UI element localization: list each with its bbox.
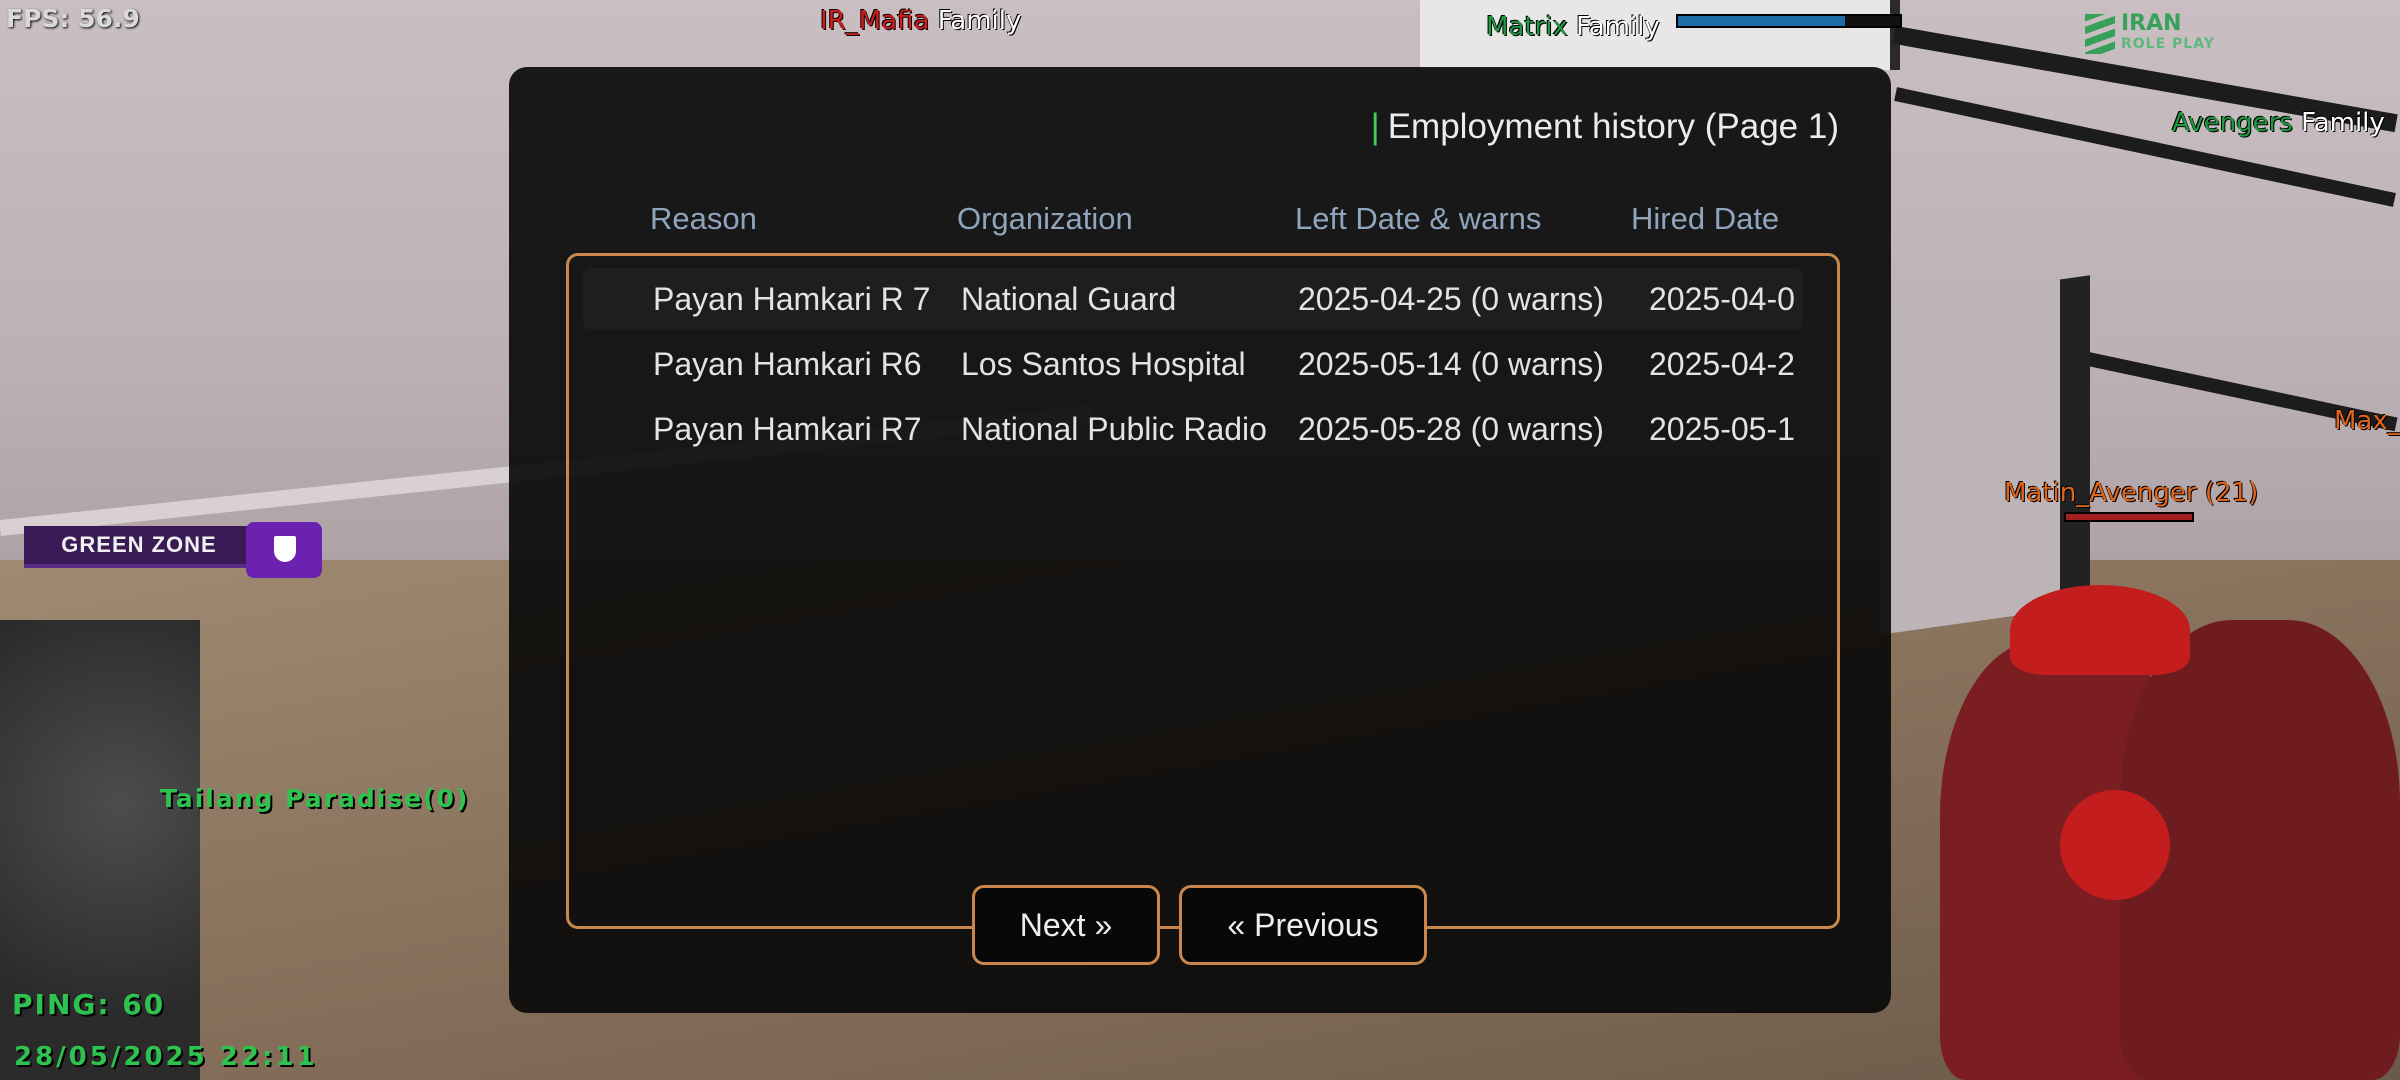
gang-suffix: Family — [1576, 12, 1660, 42]
cell-organization: National Guard — [961, 281, 1177, 317]
santa-hat — [2010, 585, 2190, 675]
list-row[interactable]: Payan Hamkari R7 National Public Radio 2… — [583, 398, 1803, 460]
column-header-reason: Reason — [650, 201, 757, 236]
cell-hired-date: 2025-05-1 — [1649, 411, 1795, 447]
column-header-left-date: Left Date & warns — [1295, 201, 1542, 236]
gang-suffix: Family — [2301, 108, 2385, 138]
brand-subtitle: ROLE PLAY — [2121, 36, 2215, 52]
cell-reason: Payan Hamkari R6 — [653, 346, 922, 382]
dialog-title-text: Employment history (Page 1) — [1387, 107, 1839, 146]
next-page-button[interactable]: Next » — [972, 885, 1160, 965]
player-nametag: Matin_Avenger (21) — [2004, 478, 2259, 508]
cell-hired-date: 2025-04-2 — [1649, 346, 1795, 382]
matrix-health-bar — [1676, 14, 1902, 28]
cell-hired-date: 2025-04-0 — [1649, 281, 1795, 317]
red-prop — [2060, 790, 2170, 900]
health-fill — [2066, 514, 2192, 520]
ping-display: PING: 60 — [12, 988, 166, 1021]
green-zone-indicator: GREEN ZONE — [24, 522, 324, 578]
gang-tag-matrix: Matrix Family — [1486, 12, 1660, 42]
fps-counter: FPS: 56.9 — [6, 4, 140, 33]
cell-left-date: 2025-05-28 (0 warns) — [1298, 411, 1604, 447]
gang-name: IR_Mafia — [820, 6, 930, 36]
gang-name: Avengers — [2172, 108, 2293, 138]
column-header-hired-date: Hired Date — [1631, 201, 1780, 236]
previous-page-button[interactable]: « Previous — [1179, 885, 1427, 965]
employment-history-dialog: | Employment history (Page 1) Reason Orga… — [509, 67, 1891, 1013]
shield-shape — [274, 536, 296, 562]
location-label: Tailang Paradise(0) — [160, 784, 470, 813]
employment-list[interactable]: Payan Hamkari R 7 National Guard 2025-04… — [566, 253, 1840, 929]
dialog-title: | Employment history (Page 1) — [1371, 107, 1839, 147]
cell-left-date: 2025-04-25 (0 warns) — [1298, 281, 1604, 317]
player-nametag: Max_ — [2334, 406, 2400, 436]
shield-icon — [246, 522, 322, 578]
server-logo: IRAN ROLE PLAY — [2085, 11, 2215, 54]
column-header-organization: Organization — [957, 201, 1133, 236]
health-fill — [1678, 16, 1845, 26]
logo-text: IRAN ROLE PLAY — [2121, 11, 2215, 54]
gang-tag-irmafia: IR_Mafia Family — [820, 6, 1021, 36]
storage-crate — [1880, 275, 2090, 635]
cell-left-date: 2025-05-14 (0 warns) — [1298, 346, 1604, 382]
cell-reason: Payan Hamkari R 7 — [653, 281, 931, 317]
player-health-bar — [2064, 512, 2194, 522]
title-accent-bar: | — [1370, 107, 1380, 146]
logo-icon — [2085, 14, 2115, 54]
list-row[interactable]: Payan Hamkari R6 Los Santos Hospital 202… — [583, 333, 1803, 395]
zone-label: GREEN ZONE — [24, 526, 254, 568]
gang-suffix: Family — [937, 6, 1022, 36]
list-row[interactable]: Payan Hamkari R 7 National Guard 2025-04… — [583, 268, 1803, 330]
date-time: 28/05/2025 22:11 — [14, 1042, 318, 1072]
gang-tag-avengers: Avengers Family — [2172, 108, 2385, 138]
brand-title: IRAN — [2121, 11, 2182, 36]
gang-name: Matrix — [1486, 12, 1568, 42]
cell-organization: National Public Radio — [961, 411, 1267, 447]
cell-organization: Los Santos Hospital — [961, 346, 1246, 382]
cell-reason: Payan Hamkari R7 — [653, 411, 922, 447]
